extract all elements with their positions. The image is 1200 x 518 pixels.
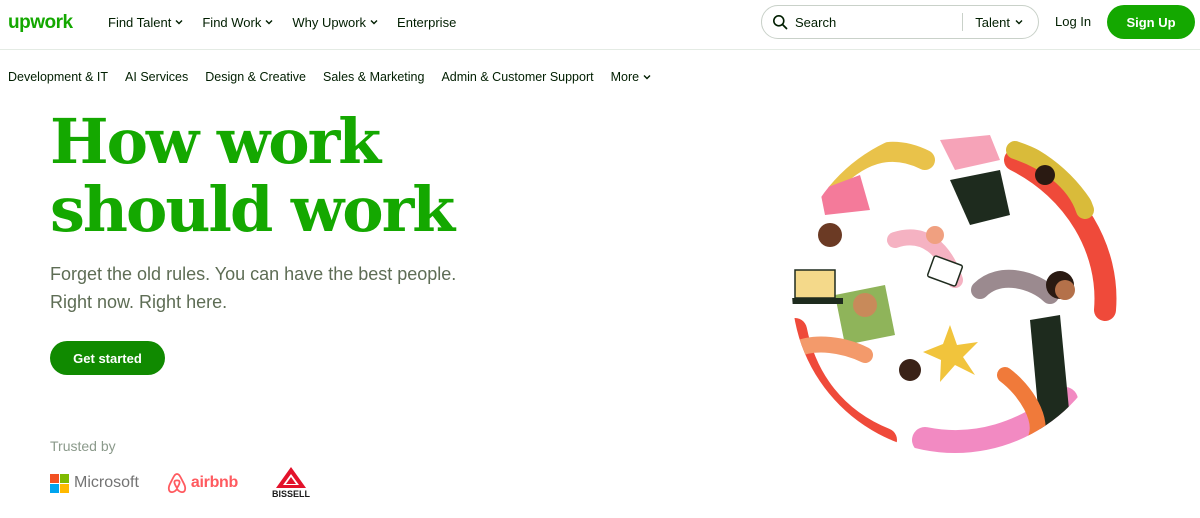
hero-headline: How work should work (50, 105, 455, 246)
nav-find-work[interactable]: Find Work (202, 15, 274, 30)
signup-button[interactable]: Sign Up (1107, 5, 1195, 39)
chevron-down-icon (1014, 17, 1024, 27)
bissell-emblem: BISSELL (272, 467, 311, 499)
search-icon (772, 14, 788, 30)
nav-why-upwork[interactable]: Why Upwork (292, 15, 379, 30)
bissell-logo: BISSELL (266, 466, 316, 500)
nav-label: Enterprise (397, 14, 457, 30)
bissell-wordmark: BISSELL (272, 489, 311, 499)
category-design-creative[interactable]: Design & Creative (205, 70, 306, 84)
hero-headline-line-1: How work (50, 105, 381, 178)
microsoft-logo: Microsoft (50, 473, 139, 493)
category-more-label: More (610, 70, 640, 84)
category-admin-support[interactable]: Admin & Customer Support (441, 70, 593, 84)
nav-label: Find Work (202, 14, 262, 30)
category-ai-services[interactable]: AI Services (125, 70, 188, 84)
chevron-down-icon (369, 17, 379, 27)
nav-find-talent[interactable]: Find Talent (108, 15, 184, 30)
get-started-button[interactable]: Get started (50, 341, 165, 375)
chevron-down-icon (264, 17, 274, 27)
hero-subtitle: Forget the old rules. You can have the b… (50, 260, 520, 316)
airbnb-wordmark: airbnb (190, 474, 238, 491)
hero-subtitle-line-2: Right now. Right here. (50, 292, 228, 312)
chevron-down-icon (642, 72, 652, 82)
trusted-by-label: Trusted by (50, 438, 116, 454)
hero-headline-line-2: should work (50, 173, 455, 246)
microsoft-windows-icon (50, 473, 69, 493)
category-more[interactable]: More (611, 70, 652, 84)
upwork-logo[interactable]: upwork (8, 9, 73, 37)
airbnb-logo: airbnb (167, 472, 238, 494)
nav-label: Find Talent (108, 14, 172, 30)
search-scope-dropdown[interactable]: Talent (963, 15, 1038, 30)
top-navigation: upwork Find Talent Find Work Why Upwork … (0, 0, 1200, 50)
hero-subtitle-line-1: Forget the old rules. You can have the b… (50, 264, 457, 284)
search-input[interactable]: Search (795, 15, 962, 30)
trusted-logos: Microsoft airbnb BISSELL (50, 466, 316, 500)
chevron-down-icon (174, 17, 184, 27)
hero-illustration (792, 127, 1118, 453)
nav-label: Why Upwork (292, 14, 367, 30)
logo-text: upwork (8, 12, 73, 33)
search-bar[interactable]: Search Talent (761, 5, 1039, 39)
main-nav: Find Talent Find Work Why Upwork Enterpr… (108, 0, 456, 44)
nav-enterprise[interactable]: Enterprise (397, 15, 456, 30)
category-sales-marketing[interactable]: Sales & Marketing (323, 70, 424, 84)
category-development-it[interactable]: Development & IT (8, 70, 108, 84)
search-scope-label: Talent (975, 14, 1010, 30)
category-nav: Development & IT AI Services Design & Cr… (8, 70, 652, 84)
login-link[interactable]: Log In (1055, 14, 1091, 29)
microsoft-wordmark: Microsoft (74, 474, 139, 491)
airbnb-belo-icon (167, 473, 187, 494)
